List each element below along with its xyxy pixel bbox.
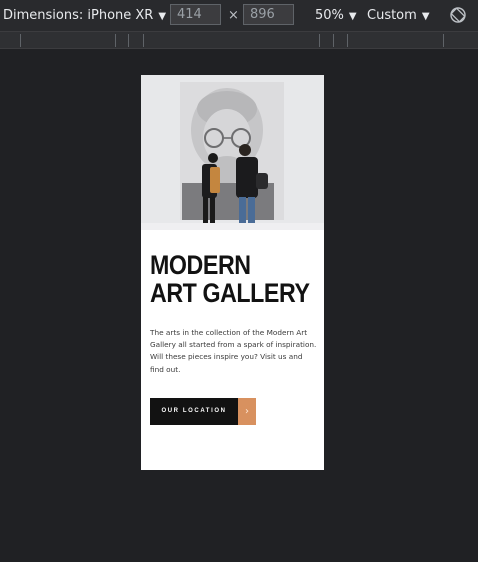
- our-location-label: OUR LOCATION: [150, 398, 238, 425]
- throttling-select[interactable]: Custom ▼: [367, 0, 430, 31]
- description-text: The arts in the collection of the Modern…: [150, 328, 317, 374]
- zoom-label: 50%: [315, 8, 344, 23]
- ruler-tick: [20, 34, 21, 47]
- ruler-tick: [115, 34, 116, 47]
- ruler-tick: [443, 34, 444, 47]
- ruler-tick: [319, 34, 320, 47]
- rotate-icon[interactable]: [449, 6, 467, 24]
- ruler-tick: [143, 34, 144, 47]
- chevron-down-icon: ▼: [421, 11, 430, 22]
- title-line-1: MODERN: [150, 250, 251, 280]
- chevron-right-icon: ›: [238, 398, 256, 425]
- chevron-down-icon: ▼: [348, 11, 357, 22]
- our-location-button[interactable]: OUR LOCATION ›: [150, 398, 256, 425]
- height-input[interactable]: 896: [243, 4, 294, 25]
- chevron-down-icon: ▼: [158, 11, 167, 22]
- device-toolbar: Dimensions: iPhone XR ▼ 414 × 896 50% ▼ Cu…: [0, 0, 478, 31]
- width-input[interactable]: 414: [170, 4, 221, 25]
- ruler-tick: [347, 34, 348, 47]
- media-query-bar: [0, 31, 478, 49]
- page-title: MODERN ART GALLERY: [150, 251, 310, 307]
- throttling-label: Custom: [367, 8, 417, 23]
- hero-image: [141, 75, 324, 230]
- device-dimensions-select[interactable]: Dimensions: iPhone XR ▼: [3, 0, 166, 31]
- ruler-tick: [333, 34, 334, 47]
- zoom-select[interactable]: 50% ▼: [315, 0, 357, 31]
- device-viewport: MODERN ART GALLERY The arts in the colle…: [141, 75, 324, 470]
- ruler-tick: [128, 34, 129, 47]
- device-dimensions-label: Dimensions: iPhone XR: [3, 8, 154, 23]
- times-separator: ×: [228, 8, 239, 23]
- title-line-2: ART GALLERY: [150, 278, 310, 308]
